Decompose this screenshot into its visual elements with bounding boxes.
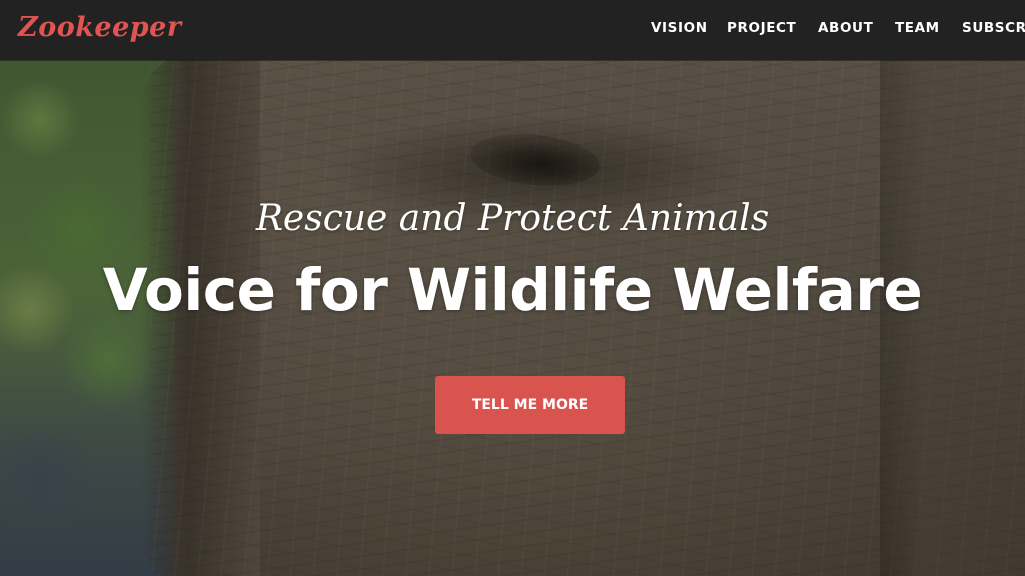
hero-headline: Voice for Wildlife Welfare [102,256,923,324]
nav-item-subscribe[interactable]: SUBSCRI [962,20,1025,36]
top-navbar: Zookeeper VISION PROJECT ABOUT TEAM SUBS… [0,0,1025,60]
hero-subtitle: Rescue and Protect Animals [255,198,770,239]
nav-item-project[interactable]: PROJECT [727,20,796,36]
nav-item-about[interactable]: ABOUT [818,20,873,36]
hero-section: Rescue and Protect Animals Voice for Wil… [0,60,1025,576]
tell-me-more-button[interactable]: TELL ME MORE [435,376,625,434]
nav-item-vision[interactable]: VISION [651,20,708,36]
nav-item-team[interactable]: TEAM [895,20,940,36]
brand-logo[interactable]: Zookeeper [18,12,182,43]
